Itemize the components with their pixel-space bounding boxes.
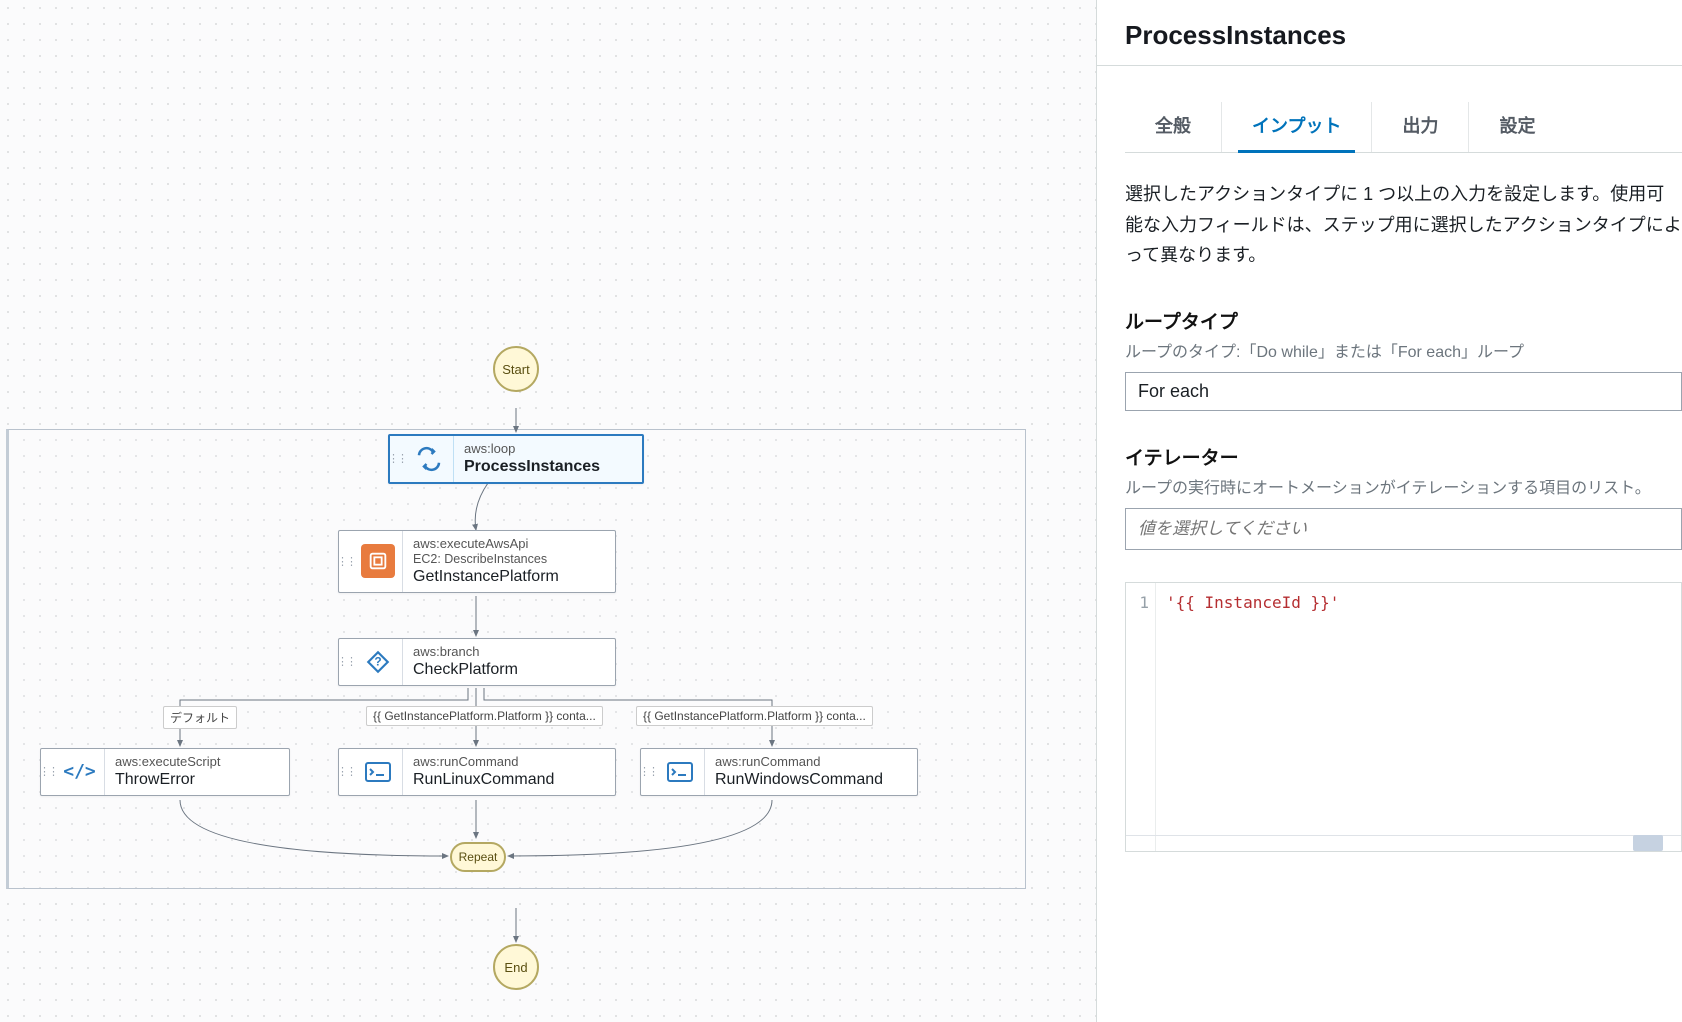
drag-handle[interactable] bbox=[339, 639, 353, 685]
step-process-instances[interactable]: aws:loop ProcessInstances bbox=[388, 434, 644, 484]
h-scroll-track[interactable] bbox=[1126, 835, 1681, 851]
step-type: aws:runCommand bbox=[715, 754, 907, 770]
step-throw-error[interactable]: </> aws:executeScript ThrowError bbox=[40, 748, 290, 796]
code-content[interactable]: '{{ InstanceId }}' bbox=[1156, 583, 1349, 851]
repeat-label: Repeat bbox=[459, 850, 498, 864]
repeat-node[interactable]: Repeat bbox=[450, 842, 506, 872]
loop-type-select[interactable]: For each bbox=[1125, 372, 1682, 411]
iterator-label: イテレーター bbox=[1125, 443, 1682, 470]
step-type: aws:branch bbox=[413, 644, 605, 660]
iterator-sub: ループの実行時にオートメーションがイテレーションする項目のリスト。 bbox=[1125, 474, 1682, 498]
flow-canvas[interactable]: Start aws:loop ProcessInstances bbox=[0, 0, 1096, 1022]
start-label: Start bbox=[502, 362, 529, 377]
code-editor[interactable]: 1 '{{ InstanceId }}' bbox=[1125, 582, 1682, 852]
h-scroll-thumb[interactable] bbox=[1633, 835, 1663, 851]
step-get-instance-platform[interactable]: aws:executeAwsApi EC2: DescribeInstances… bbox=[338, 530, 616, 593]
step-name: RunWindowsCommand bbox=[715, 770, 907, 789]
branch-default-label: デフォルト bbox=[163, 706, 237, 729]
panel-title: ProcessInstances bbox=[1125, 20, 1682, 51]
step-type: aws:runCommand bbox=[413, 754, 605, 770]
step-name: ThrowError bbox=[115, 770, 279, 789]
step-name: GetInstancePlatform bbox=[413, 567, 605, 586]
command-icon bbox=[663, 755, 697, 789]
iterator-input[interactable] bbox=[1125, 508, 1682, 550]
api-icon bbox=[361, 544, 395, 578]
drag-handle[interactable] bbox=[41, 749, 55, 795]
svg-text:?: ? bbox=[374, 654, 381, 668]
loop-icon bbox=[412, 442, 446, 476]
step-sub: EC2: DescribeInstances bbox=[413, 552, 605, 567]
step-check-platform[interactable]: ? aws:branch CheckPlatform bbox=[338, 638, 616, 686]
step-name: RunLinuxCommand bbox=[413, 770, 605, 789]
tab-bar: 全般 インプット 出力 設定 bbox=[1125, 102, 1682, 153]
step-type: aws:executeAwsApi bbox=[413, 536, 605, 552]
loop-type-sub: ループのタイプ:「Do while」または「For each」ループ bbox=[1125, 338, 1682, 362]
drag-handle[interactable] bbox=[339, 749, 353, 795]
step-type: aws:executeScript bbox=[115, 754, 279, 770]
loop-type-label: ループタイプ bbox=[1125, 307, 1682, 334]
code-gutter: 1 bbox=[1126, 583, 1156, 851]
start-node[interactable]: Start bbox=[493, 346, 539, 392]
drag-handle[interactable] bbox=[390, 436, 404, 482]
step-run-linux-command[interactable]: aws:runCommand RunLinuxCommand bbox=[338, 748, 616, 796]
tab-general[interactable]: 全般 bbox=[1125, 102, 1222, 152]
branch-icon: ? bbox=[361, 645, 395, 679]
end-label: End bbox=[504, 960, 527, 975]
step-name: CheckPlatform bbox=[413, 660, 605, 679]
properties-panel: ProcessInstances 全般 インプット 出力 設定 選択したアクショ… bbox=[1096, 0, 1682, 1022]
tab-input[interactable]: インプット bbox=[1222, 102, 1372, 152]
divider bbox=[1097, 65, 1682, 66]
drag-handle[interactable] bbox=[339, 531, 353, 592]
drag-handle[interactable] bbox=[641, 749, 655, 795]
step-name: ProcessInstances bbox=[464, 457, 632, 476]
branch-cond-label-1: {{ GetInstancePlatform.Platform }} conta… bbox=[366, 706, 603, 726]
step-run-windows-command[interactable]: aws:runCommand RunWindowsCommand bbox=[640, 748, 918, 796]
step-type: aws:loop bbox=[464, 441, 632, 457]
branch-cond-label-2: {{ GetInstancePlatform.Platform }} conta… bbox=[636, 706, 873, 726]
tab-settings[interactable]: 設定 bbox=[1469, 102, 1565, 152]
panel-description: 選択したアクションタイプに 1 つ以上の入力を設定します。使用可能な入力フィール… bbox=[1125, 179, 1682, 271]
end-node[interactable]: End bbox=[493, 944, 539, 990]
tab-output[interactable]: 出力 bbox=[1372, 102, 1469, 152]
command-icon bbox=[361, 755, 395, 789]
panel-resize-handle[interactable] bbox=[1090, 618, 1096, 662]
script-icon: </> bbox=[63, 755, 97, 789]
